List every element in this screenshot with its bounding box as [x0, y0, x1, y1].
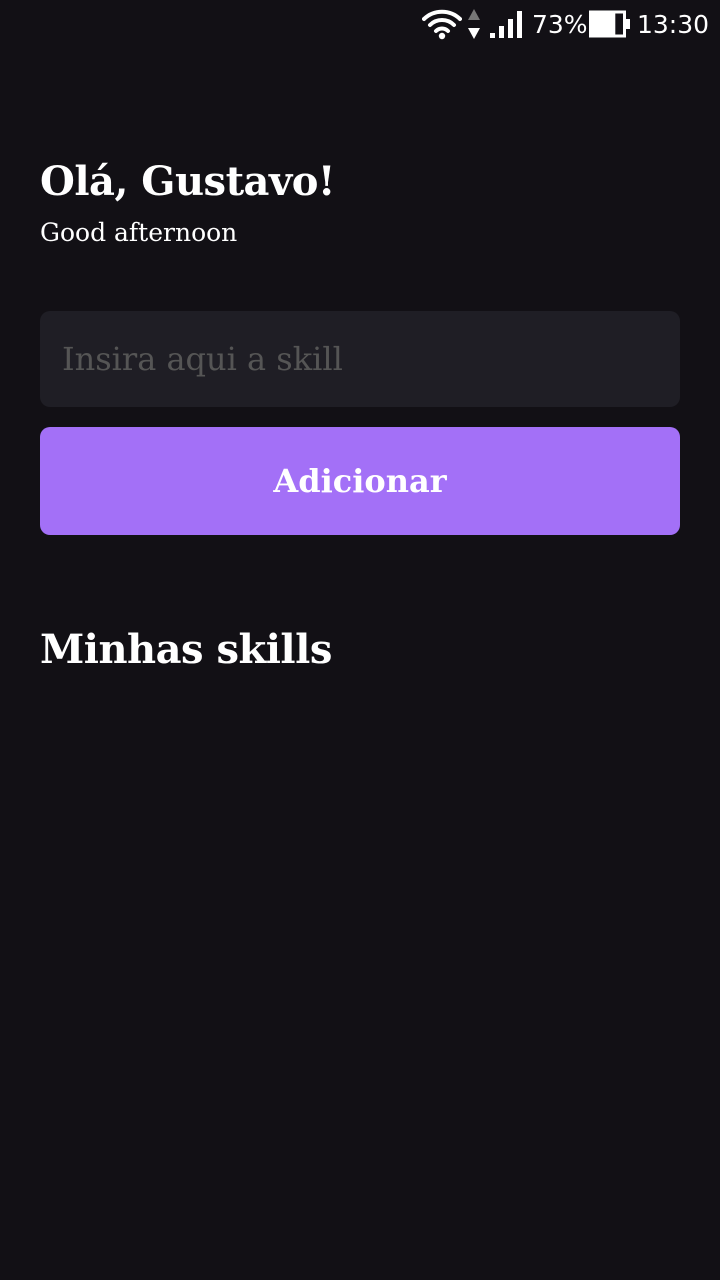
battery-icon — [589, 10, 630, 38]
status-bar: 73% 13:30 — [0, 0, 720, 50]
skills-section-title: Minhas skills — [40, 626, 332, 673]
wifi-icon — [422, 9, 462, 40]
greeting-title: Olá, Gustavo! — [40, 158, 335, 205]
skills-list — [40, 700, 680, 1240]
battery-percent: 73% — [532, 10, 588, 39]
data-transfer-icon — [468, 9, 480, 39]
skill-input[interactable] — [40, 311, 680, 407]
cell-signal-icon — [490, 11, 522, 38]
greeting-subtitle: Good afternoon — [40, 218, 238, 247]
add-skill-button[interactable]: Adicionar — [40, 427, 680, 535]
clock: 13:30 — [637, 10, 710, 39]
